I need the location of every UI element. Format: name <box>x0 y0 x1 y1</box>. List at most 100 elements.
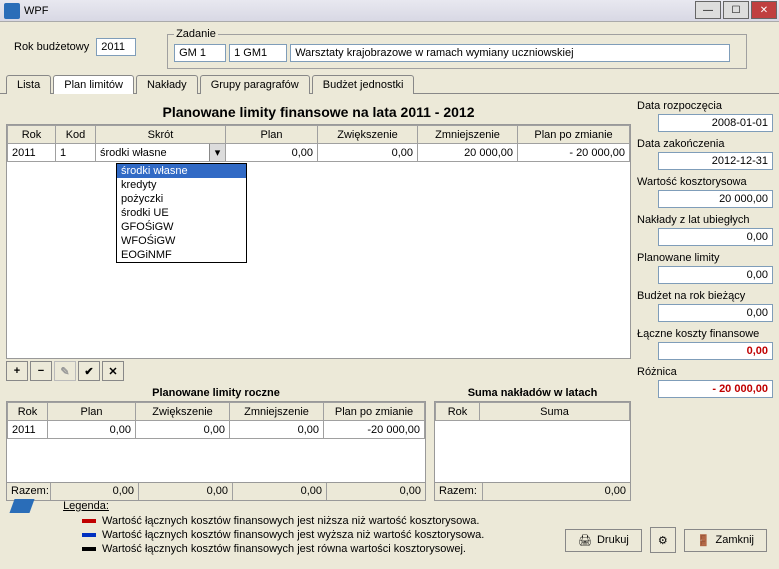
tab-plan-limitow[interactable]: Plan limitów <box>53 75 134 94</box>
cell-zwiekszenie: 0,00 <box>318 144 418 162</box>
swatch-black <box>82 547 96 551</box>
option-gfosigw[interactable]: GFOŚiGW <box>117 220 246 234</box>
cell-po-zmianie: - 20 000,00 <box>518 144 630 162</box>
side-column: Data rozpoczęcia 2008-01-01 Data zakończ… <box>637 100 773 501</box>
zamknij-label: Zamknij <box>715 534 754 546</box>
close-window-button[interactable]: ✕ <box>751 1 777 19</box>
cancel-button[interactable]: ✕ <box>102 361 124 381</box>
edit-button: ✎ <box>54 361 76 381</box>
yl-zm: 0,00 <box>230 421 324 439</box>
zadanie-code2: 1 GM1 <box>229 44 287 62</box>
cell-rok: 2011 <box>8 144 56 162</box>
col-plan: Plan <box>226 126 318 144</box>
lower-right-title: Suma nakładów w latach <box>434 387 631 399</box>
lac-value: 0,00 <box>658 342 773 360</box>
legend-line-2: Wartość łącznych kosztów finansowych jes… <box>102 529 484 541</box>
chevron-down-icon[interactable]: ▾ <box>209 144 225 161</box>
zadanie-desc: Warsztaty krajobrazowe w ramach wymiany … <box>290 44 730 62</box>
nakl-value: 0,00 <box>658 228 773 246</box>
planlim-value: 0,00 <box>658 266 773 284</box>
main-table: Rok Kod Skrót Plan Zwiększenie Zmniejsze… <box>7 125 630 162</box>
option-wfosigw[interactable]: WFOŚiGW <box>117 234 246 248</box>
lower-left-title: Planowane limity roczne <box>6 387 426 399</box>
sr-col-suma: Suma <box>480 403 630 421</box>
gear-icon: ⚙ <box>658 534 668 547</box>
col-rok: Rok <box>8 126 56 144</box>
yl-col-plan: Plan <box>48 403 136 421</box>
bottom-buttons: Drukuj ⚙ Zamknij <box>565 527 767 553</box>
option-srodki-ue[interactable]: środki UE <box>117 206 246 220</box>
cell-zmniejszenie: 20 000,00 <box>418 144 518 162</box>
zadanie-code1: GM 1 <box>174 44 226 62</box>
col-skrot: Skrót <box>96 126 226 144</box>
data-rozp-value: 2008-01-01 <box>658 114 773 132</box>
swatch-red <box>82 519 96 523</box>
tab-naklady[interactable]: Nakłady <box>136 75 198 94</box>
roz-value: - 20 000,00 <box>658 380 773 398</box>
tab-lista[interactable]: Lista <box>6 75 51 94</box>
add-button[interactable]: + <box>6 361 28 381</box>
wart-label: Wartość kosztorysowa <box>637 176 773 188</box>
cell-plan: 0,00 <box>226 144 318 162</box>
option-srodki-wlasne[interactable]: środki własne <box>117 164 246 178</box>
nakl-label: Nakłady z lat ubiegłych <box>637 214 773 226</box>
yearly-table: Rok Plan Zwiększenie Zmniejszenie Plan p… <box>7 402 425 439</box>
tab-grupy-paragrafow[interactable]: Grupy paragrafów <box>200 75 310 94</box>
planlim-label: Planowane limity <box>637 252 773 264</box>
zadanie-fieldset: Zadanie GM 1 1 GM1 Warsztaty krajobrazow… <box>167 28 747 69</box>
table-row[interactable]: 2011 0,00 0,00 0,00 -20 000,00 <box>8 421 425 439</box>
app-icon <box>4 3 20 19</box>
option-pozyczki[interactable]: pożyczki <box>117 192 246 206</box>
sr-col-rok: Rok <box>436 403 480 421</box>
yl-plan: 0,00 <box>48 421 136 439</box>
zamknij-button[interactable]: Zamknij <box>684 529 767 552</box>
bud-value: 0,00 <box>658 304 773 322</box>
yl-col-zm: Zmniejszenie <box>230 403 324 421</box>
rok-label: Rok budżetowy <box>14 41 89 53</box>
minimize-button[interactable]: — <box>695 1 721 19</box>
swatch-blue <box>82 533 96 537</box>
maximize-button[interactable]: ☐ <box>723 1 749 19</box>
drukuj-label: Drukuj <box>597 534 629 546</box>
lower-left: Planowane limity roczne Rok Plan Zwiększ… <box>6 387 426 501</box>
settings-button[interactable]: ⚙ <box>650 527 676 553</box>
rok-value: 2011 <box>96 38 136 56</box>
roz-label: Różnica <box>637 366 773 378</box>
yl-col-rok: Rok <box>8 403 48 421</box>
col-zwiekszenie: Zwiększenie <box>318 126 418 144</box>
table-row[interactable]: 2011 1 środki własne ▾ 0,00 0,00 20 000,… <box>8 144 630 162</box>
skrot-dropdown[interactable]: środki własne kredyty pożyczki środki UE… <box>116 163 247 263</box>
door-icon <box>697 534 711 547</box>
option-eoginmf[interactable]: EOGiNMF <box>117 248 246 262</box>
window-title: WPF <box>24 5 48 17</box>
yl-col-pz: Plan po zmianie <box>324 403 425 421</box>
titlebar: WPF — ☐ ✕ <box>0 0 779 22</box>
content: Planowane limity finansowe na lata 2011 … <box>0 94 779 507</box>
record-toolbar: + − ✎ ✔ ✕ <box>6 361 631 381</box>
main-column: Planowane limity finansowe na lata 2011 … <box>6 100 631 501</box>
tab-budzet-jednostki[interactable]: Budżet jednostki <box>312 75 415 94</box>
combo-value: środki własne <box>100 147 167 159</box>
print-icon <box>578 534 592 547</box>
main-grid: Rok Kod Skrót Plan Zwiększenie Zmniejsze… <box>6 124 631 359</box>
yl-zw: 0,00 <box>136 421 230 439</box>
cell-skrot-combo[interactable]: środki własne ▾ <box>96 144 226 162</box>
col-kod: Kod <box>56 126 96 144</box>
drukuj-button[interactable]: Drukuj <box>565 529 642 552</box>
yl-col-zw: Zwiększenie <box>136 403 230 421</box>
rok-fieldset: Rok budżetowy 2011 <box>8 28 158 62</box>
yl-rok: 2011 <box>8 421 48 439</box>
yl-pz: -20 000,00 <box>324 421 425 439</box>
legend-title: Legenda: <box>63 500 109 512</box>
cell-kod: 1 <box>56 144 96 162</box>
tabs: Lista Plan limitów Nakłady Grupy paragra… <box>0 75 779 94</box>
ok-button[interactable]: ✔ <box>78 361 100 381</box>
header-form: Rok budżetowy 2011 Zadanie GM 1 1 GM1 Wa… <box>0 22 779 71</box>
option-kredyty[interactable]: kredyty <box>117 178 246 192</box>
data-zak-value: 2012-12-31 <box>658 152 773 170</box>
main-heading: Planowane limity finansowe na lata 2011 … <box>6 104 631 120</box>
col-zmniejszenie: Zmniejszenie <box>418 126 518 144</box>
legend-line-3: Wartość łącznych kosztów finansowych jes… <box>102 543 466 555</box>
zadanie-legend: Zadanie <box>174 28 218 40</box>
delete-button[interactable]: − <box>30 361 52 381</box>
